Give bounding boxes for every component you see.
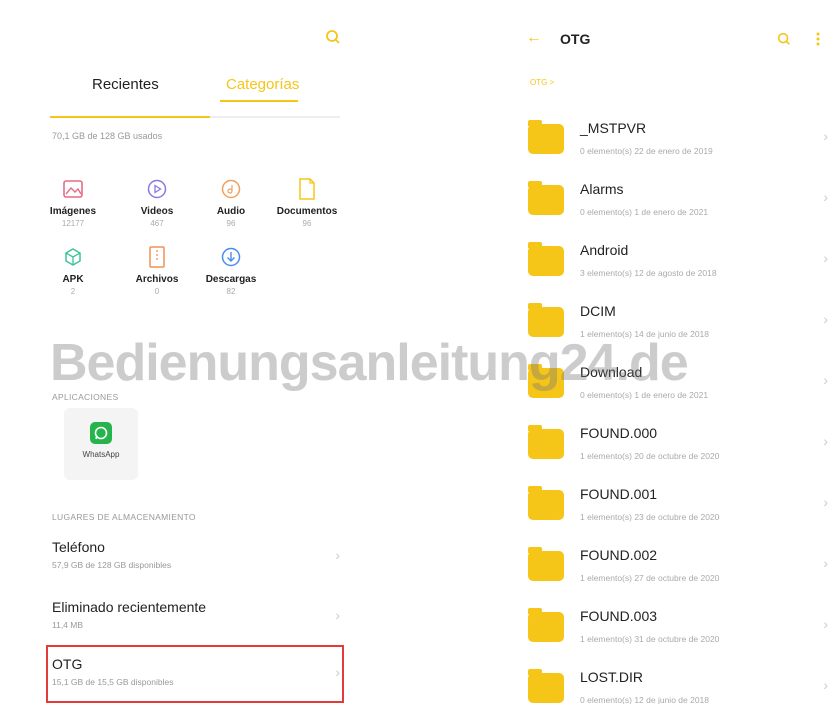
folder-icon (528, 181, 564, 215)
storage-telefono[interactable]: Teléfono 57,9 GB de 128 GB disponibles › (52, 539, 348, 570)
video-icon (146, 178, 168, 200)
search-icon[interactable] (776, 31, 792, 47)
category-label: Documentos (276, 206, 338, 217)
tab-categorias[interactable]: Categorías (226, 76, 299, 93)
apps-section-title: APLICACIONES (52, 392, 119, 402)
folder-meta: 1 elemento(s) 27 de octubre de 2020 (580, 573, 720, 583)
archive-icon (146, 246, 168, 268)
category-videos[interactable]: Videos 467 (122, 178, 192, 228)
chevron-right-icon: › (335, 607, 340, 623)
chevron-right-icon: › (823, 128, 828, 144)
chevron-right-icon: › (823, 555, 828, 571)
breadcrumb[interactable]: OTG > (530, 78, 554, 87)
category-label: Archivos (135, 274, 179, 285)
download-icon (220, 246, 242, 268)
folder-icon (528, 669, 564, 703)
otg-highlight-box (46, 645, 344, 703)
folder-name: FOUND.000 (580, 425, 658, 441)
category-count: 0 (154, 287, 160, 296)
folder-row[interactable]: FOUND.000 1 elemento(s) 20 de octubre de … (528, 421, 828, 481)
folder-row[interactable]: _MSTPVR 0 elemento(s) 22 de enero de 2019… (528, 116, 828, 176)
folder-name: Alarms (580, 181, 624, 197)
folder-meta: 0 elemento(s) 1 de enero de 2021 (580, 207, 709, 217)
folder-row[interactable]: FOUND.002 1 elemento(s) 27 de octubre de … (528, 543, 828, 603)
category-count: 96 (302, 219, 312, 228)
folder-meta: 0 elemento(s) 22 de enero de 2019 (580, 146, 713, 156)
more-options-icon[interactable] (814, 31, 822, 47)
category-descargas[interactable]: Descargas 82 (196, 246, 266, 296)
chevron-right-icon: › (823, 677, 828, 693)
storage-title: Eliminado recientemente (52, 599, 207, 615)
storage-sub: 57,9 GB de 128 GB disponibles (52, 560, 172, 570)
document-icon (296, 178, 318, 200)
app-label: WhatsApp (82, 450, 120, 459)
folder-row[interactable]: FOUND.001 1 elemento(s) 23 de octubre de … (528, 482, 828, 542)
category-label: Videos (140, 206, 174, 217)
chevron-right-icon: › (823, 616, 828, 632)
folder-meta: 1 elemento(s) 31 de octubre de 2020 (580, 634, 720, 644)
active-tab-underline (220, 100, 298, 102)
chevron-right-icon: › (823, 433, 828, 449)
folder-name: DCIM (580, 303, 616, 319)
watermark: Bedienungsanleitung24.de (50, 334, 689, 392)
folder-icon (528, 547, 564, 581)
category-count: 467 (150, 219, 164, 228)
chevron-right-icon: › (823, 250, 828, 266)
tab-recientes[interactable]: Recientes (92, 76, 159, 93)
category-count: 96 (226, 219, 236, 228)
category-count: 12177 (61, 219, 85, 228)
folder-row[interactable]: FOUND.003 1 elemento(s) 31 de octubre de … (528, 604, 828, 664)
chevron-right-icon: › (823, 494, 828, 510)
folder-name: _MSTPVR (580, 120, 647, 136)
category-count: 2 (70, 287, 76, 296)
category-imagenes[interactable]: Imágenes 12177 (38, 178, 108, 228)
folder-row[interactable]: Android 3 elemento(s) 12 de agosto de 201… (528, 238, 828, 298)
folder-meta: 1 elemento(s) 20 de octubre de 2020 (580, 451, 720, 461)
folder-name: FOUND.002 (580, 547, 658, 563)
folder-name: FOUND.003 (580, 608, 658, 624)
storage-progress-bar (50, 116, 340, 118)
whatsapp-icon (90, 422, 112, 444)
category-label: Imágenes (49, 206, 97, 217)
chevron-right-icon: › (335, 547, 340, 563)
category-documentos[interactable]: Documentos 96 (272, 178, 342, 228)
folder-name: FOUND.001 (580, 486, 658, 502)
chevron-right-icon: › (823, 189, 828, 205)
category-count: 82 (226, 287, 236, 296)
storage-title: Teléfono (52, 539, 105, 555)
category-label: Audio (216, 206, 246, 217)
folder-meta: 0 elemento(s) 12 de junio de 2018 (580, 695, 710, 704)
storage-section-title: LUGARES DE ALMACENAMIENTO (52, 512, 196, 522)
category-audio[interactable]: Audio 96 (196, 178, 266, 228)
category-label: APK (62, 274, 84, 285)
app-whatsapp[interactable]: WhatsApp (64, 408, 138, 480)
storage-progress-fill (50, 116, 210, 118)
page-title: OTG (560, 31, 591, 47)
chevron-right-icon: › (823, 372, 828, 388)
audio-icon (220, 178, 242, 200)
category-label: Descargas (205, 274, 257, 285)
folder-icon (528, 486, 564, 520)
category-apk[interactable]: APK 2 (38, 246, 108, 296)
folder-meta: 1 elemento(s) 23 de octubre de 2020 (580, 512, 720, 522)
storage-sub: 11,4 MB (52, 620, 84, 630)
folder-icon (528, 120, 564, 154)
folder-name: LOST.DIR (580, 669, 644, 685)
folder-meta: 3 elemento(s) 12 de agosto de 2018 (580, 268, 717, 278)
storage-eliminado[interactable]: Eliminado recientemente 11,4 MB › (52, 599, 348, 630)
search-icon[interactable] (324, 28, 342, 46)
chevron-right-icon: › (823, 311, 828, 327)
category-archivos[interactable]: Archivos 0 (122, 246, 192, 296)
back-arrow-icon[interactable]: ← (526, 29, 542, 47)
storage-used-text: 70,1 GB de 128 GB usados (52, 131, 163, 141)
folder-name: Android (580, 242, 629, 258)
image-icon (62, 178, 84, 200)
folder-row[interactable]: Alarms 0 elemento(s) 1 de enero de 2021 › (528, 177, 828, 237)
folder-row[interactable]: LOST.DIR 0 elemento(s) 12 de junio de 201… (528, 665, 828, 704)
folder-icon (528, 425, 564, 459)
folder-icon (528, 242, 564, 276)
folder-icon (528, 608, 564, 642)
apk-icon (62, 246, 84, 268)
